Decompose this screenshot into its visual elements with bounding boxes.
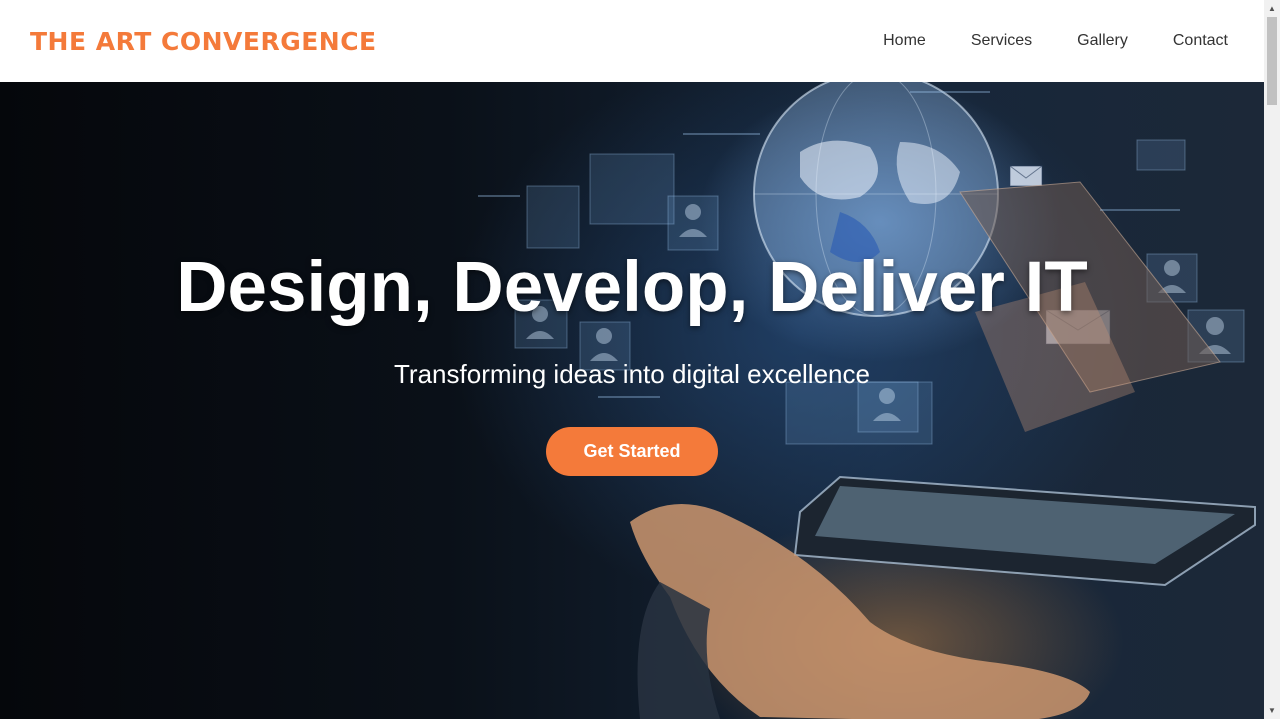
hero-section: Design, Develop, Deliver IT Transforming… [0,82,1264,719]
get-started-button[interactable]: Get Started [546,427,718,476]
nav-services[interactable]: Services [971,32,1032,50]
nav-contact[interactable]: Contact [1173,32,1228,50]
vertical-scrollbar[interactable]: ▲ ▼ [1264,0,1280,719]
main-nav: Home Services Gallery Contact [883,32,1228,50]
floating-panel [1136,139,1186,171]
site-header: THE ART CONVERGENCE Home Services Galler… [0,0,1264,82]
hero-subtitle: Transforming ideas into digital excellen… [394,359,870,389]
scroll-down-icon[interactable]: ▼ [1264,702,1280,719]
tablet-icon [793,475,1256,587]
nav-home[interactable]: Home [883,32,926,50]
mail-icon [1009,165,1043,187]
hero-background-image [478,82,1256,719]
floating-panel [589,153,675,225]
hero-title: Design, Develop, Deliver IT [176,248,1088,327]
nav-gallery[interactable]: Gallery [1077,32,1128,50]
floating-panel [526,185,580,249]
scroll-up-icon[interactable]: ▲ [1264,0,1280,17]
site-logo[interactable]: THE ART CONVERGENCE [30,27,377,56]
scrollbar-thumb[interactable] [1267,17,1277,105]
